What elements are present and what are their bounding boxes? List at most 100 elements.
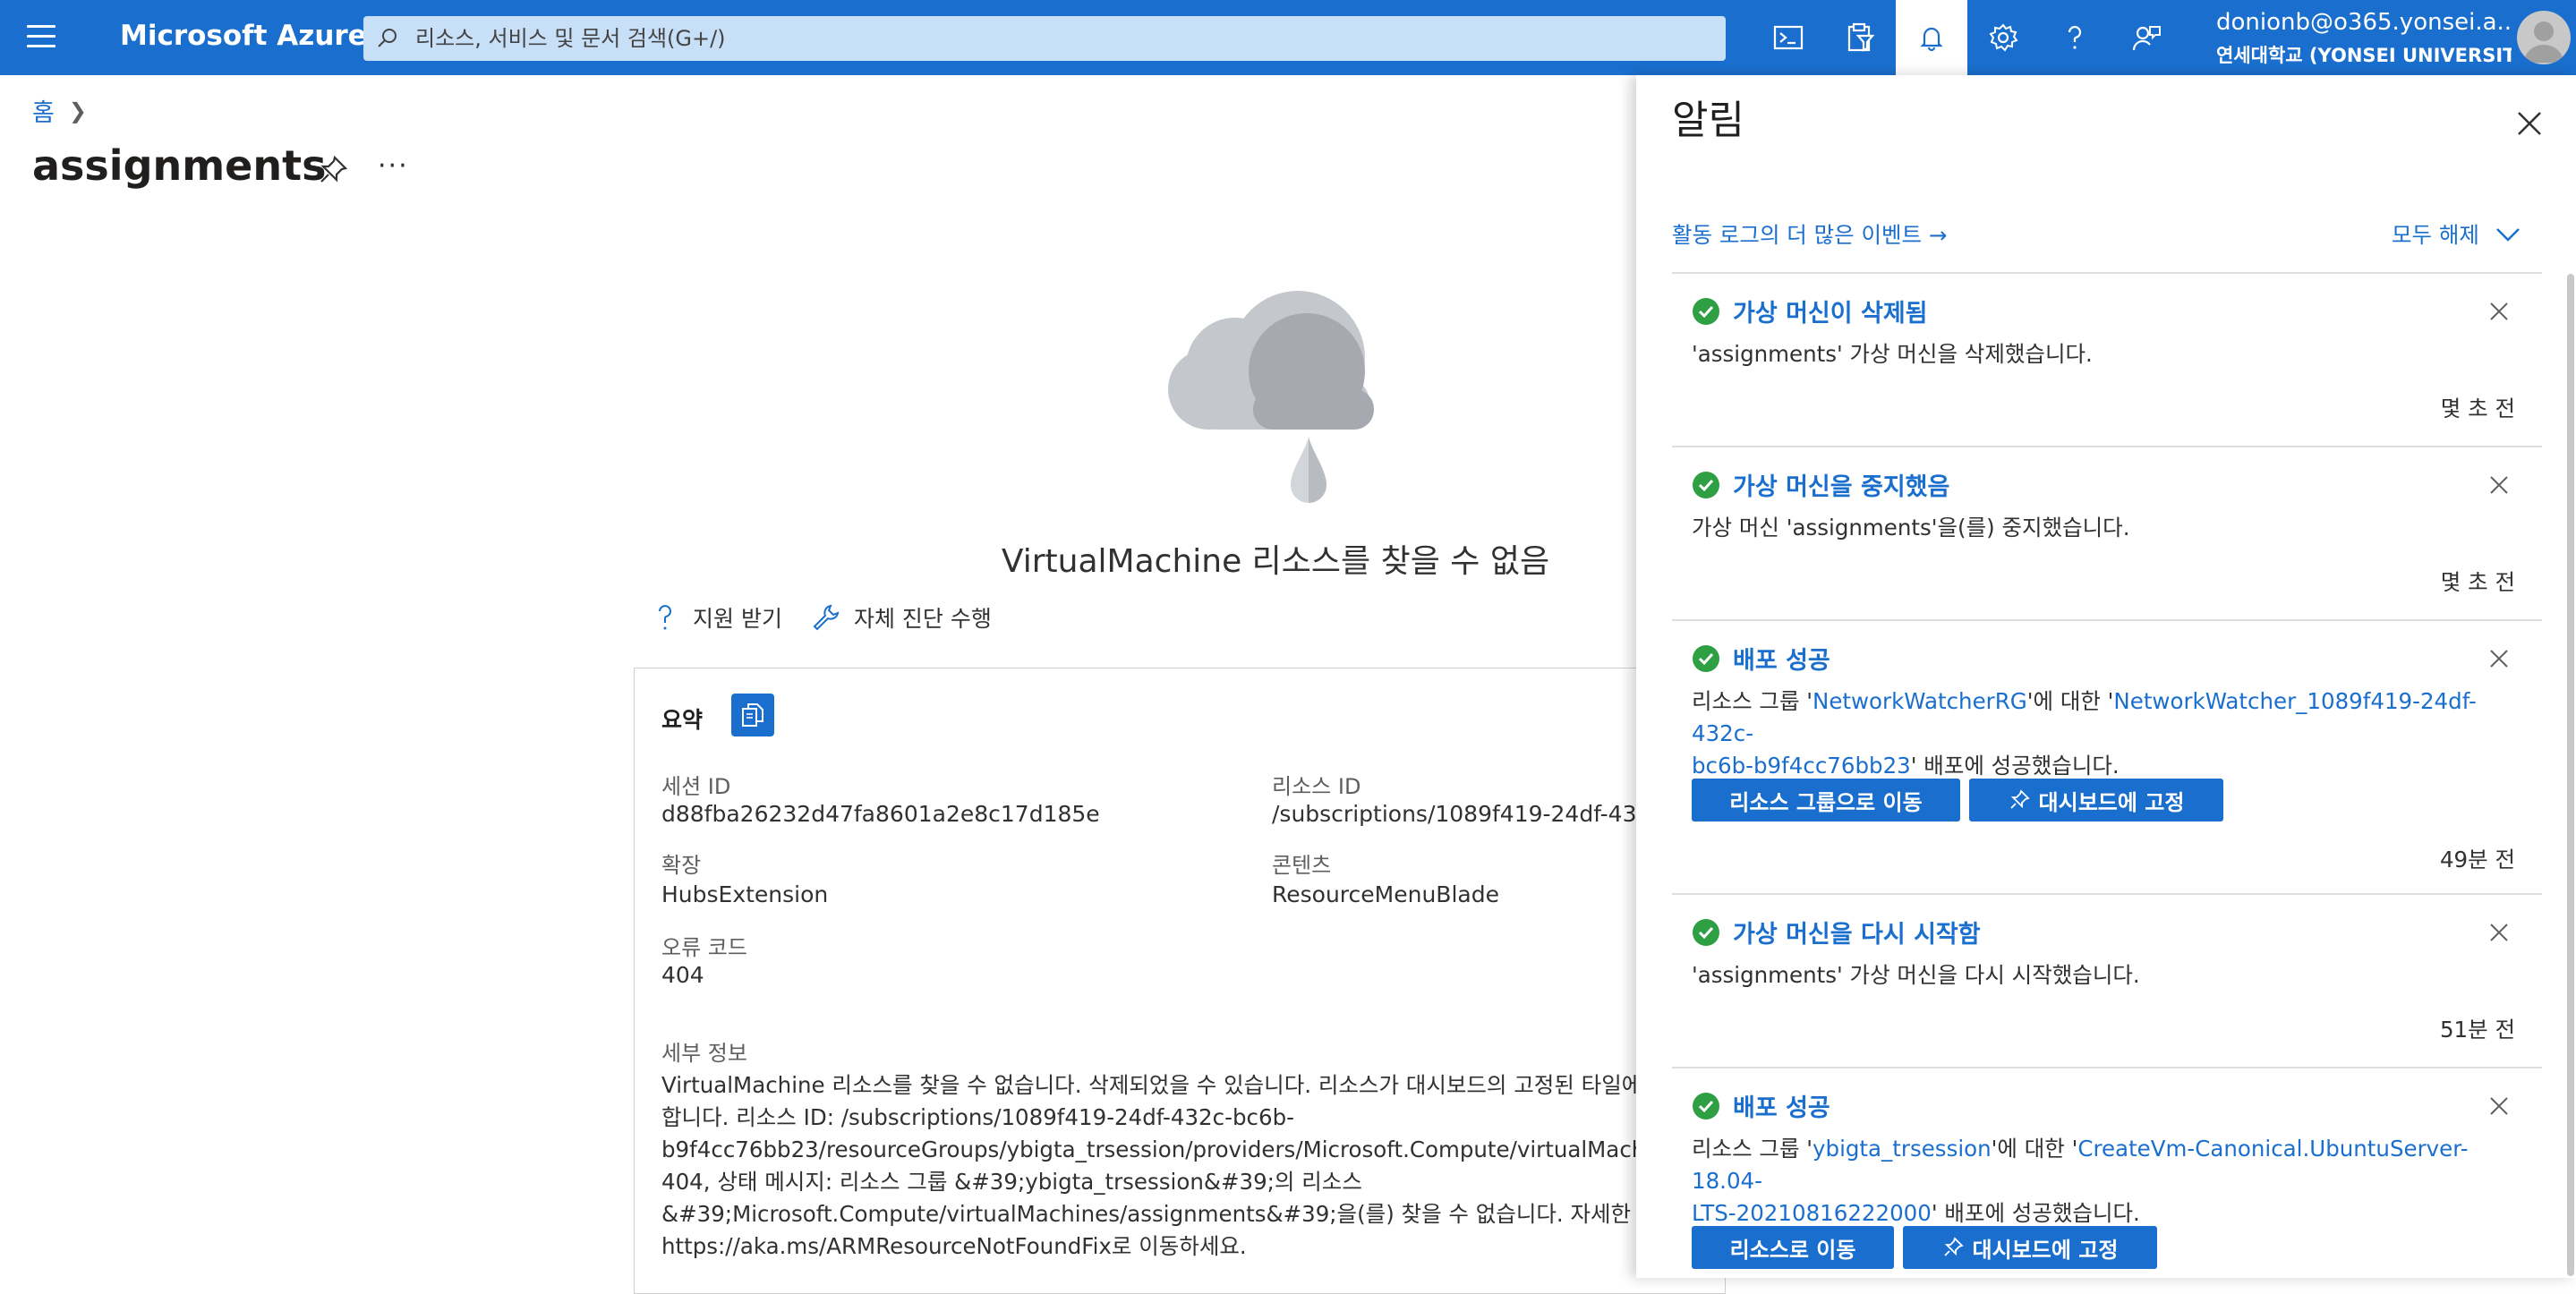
content-value: ResourceMenuBlade (1272, 881, 1499, 907)
cloud-shell-icon[interactable] (1753, 0, 1824, 75)
notifications-title: 알림 (1672, 98, 1744, 143)
details-line: b9f4cc76bb23/resourceGroups/ybigta_trses… (661, 1137, 1698, 1162)
details-line: https://aka.ms/ARMResourceNotFoundFix로 이… (661, 1233, 1247, 1259)
dismiss-notification-icon[interactable] (2486, 646, 2512, 671)
error-code-label: 오류 코드 (661, 935, 747, 960)
brand-title[interactable]: Microsoft Azure (120, 20, 367, 52)
get-support-link[interactable]: 지원 받기 (650, 601, 782, 634)
activity-log-link[interactable]: 활동 로그의 더 많은 이벤트 → (1672, 218, 1947, 250)
notification-time: 몇 초 전 (2440, 569, 2515, 595)
success-check-icon (1693, 1093, 1719, 1119)
notification-body: 가상 머신 'assignments'을(를) 중지했습니다. (1692, 515, 2130, 541)
menu-icon[interactable] (27, 25, 55, 50)
pin-icon (1943, 1237, 1964, 1256)
notification-item: 배포 성공 리소스 그룹 'NetworkWatcherRG'에 대한 'Net… (1672, 619, 2542, 893)
notification-title[interactable]: 가상 머신을 중지했음 (1733, 467, 1949, 502)
pin-icon[interactable] (317, 154, 349, 186)
extension-label: 확장 (661, 853, 702, 878)
summary-heading: 요약 (661, 707, 704, 733)
dismiss-notification-icon[interactable] (2486, 920, 2512, 945)
notification-actions: 리소스로 이동 대시보드에 고정 (1692, 1226, 2166, 1269)
go-to-resource-button[interactable]: 리소스로 이동 (1692, 1226, 1894, 1269)
pin-to-dashboard-label: 대시보드에 고정 (2038, 789, 2185, 815)
help-links: 지원 받기 자체 진단 수행 (650, 601, 1020, 634)
resource-id-label: 리소스 ID (1272, 774, 1361, 799)
pin-to-dashboard-label: 대시보드에 고정 (1972, 1237, 2119, 1263)
notification-body: 'assignments' 가상 머신을 다시 시작했습니다. (1692, 962, 2140, 988)
notification-title[interactable]: 가상 머신이 삭제됨 (1733, 294, 1928, 328)
body-text: '에 대한 ' (2026, 688, 2114, 714)
notification-body: 리소스 그룹 'NetworkWatcherRG'에 대한 'NetworkWa… (1692, 685, 2497, 782)
deployment-link[interactable]: LTS-20210816222000 (1692, 1200, 1932, 1226)
notifications-panel: 알림 활동 로그의 더 많은 이벤트 → 모두 해제 가상 머신이 삭제됨 'a… (1636, 75, 2576, 1278)
resource-group-link[interactable]: ybigta_trsession (1813, 1136, 1992, 1162)
resource-id-value: /subscriptions/1089f419-24df-432c (1272, 801, 1664, 827)
search-input[interactable] (415, 23, 1704, 54)
go-to-resource-group-button[interactable]: 리소스 그룹으로 이동 (1692, 779, 1960, 822)
account-info[interactable]: donionb@o365.yonsei.a... 연세대학교 (YONSEI U… (2216, 9, 2512, 68)
success-check-icon (1693, 472, 1719, 498)
session-id-value: d88fba26232d47fa8601a2e8c17d185e (661, 801, 1100, 827)
avatar[interactable] (2517, 11, 2571, 64)
notification-item: 배포 성공 리소스 그룹 'ybigta_trsession'에 대한 'Cre… (1672, 1067, 2542, 1290)
resource-group-link[interactable]: NetworkWatcherRG (1813, 688, 2027, 714)
success-check-icon (1693, 298, 1719, 325)
panel-scrollbar[interactable] (2567, 274, 2574, 1276)
chevron-right-icon: ❯ (68, 98, 87, 123)
feedback-icon[interactable] (2111, 0, 2182, 75)
notification-time: 몇 초 전 (2440, 396, 2515, 421)
breadcrumb-home[interactable]: 홈 (32, 93, 55, 128)
success-check-icon (1693, 645, 1719, 672)
notification-item: 가상 머신을 다시 시작함 'assignments' 가상 머신을 다시 시작… (1672, 893, 2542, 1067)
notification-body: 리소스 그룹 'ybigta_trsession'에 대한 'CreateVm-… (1692, 1133, 2497, 1230)
settings-gear-icon[interactable] (1967, 0, 2039, 75)
cloud-rain-icon (1168, 291, 1374, 503)
pin-icon (2009, 789, 2030, 809)
copy-icon (742, 703, 763, 727)
notification-title[interactable]: 가상 머신을 다시 시작함 (1733, 915, 1981, 949)
dismiss-all-label: 모두 해제 (2392, 222, 2479, 248)
notification-time: 51분 전 (2439, 1017, 2515, 1043)
details-line: &#39;Microsoft.Compute/virtualMachines/a… (661, 1201, 1699, 1227)
help-question-icon[interactable] (2039, 0, 2111, 75)
notification-title[interactable]: 배포 성공 (1733, 1088, 1830, 1123)
pin-to-dashboard-button[interactable]: 대시보드에 고정 (1903, 1226, 2157, 1269)
details-line: VirtualMachine 리소스를 찾을 수 없습니다. 삭제되었을 수 있… (661, 1072, 1662, 1098)
search-box[interactable] (363, 16, 1726, 61)
body-text: 리소스 그룹 ' (1692, 1136, 1813, 1162)
question-icon (659, 605, 671, 630)
dismiss-notification-icon[interactable] (2486, 1094, 2512, 1119)
extension-value: HubsExtension (661, 881, 829, 907)
notification-item: 가상 머신이 삭제됨 'assignments' 가상 머신을 삭제했습니다. … (1672, 272, 2542, 446)
dismiss-notification-icon[interactable] (2486, 299, 2512, 324)
dismiss-notification-icon[interactable] (2486, 472, 2512, 498)
more-options-button[interactable]: ··· (378, 150, 409, 182)
close-icon[interactable] (2512, 106, 2547, 141)
details-label: 세부 정보 (661, 1041, 747, 1066)
notification-time: 49분 전 (2439, 847, 2515, 873)
deployment-link[interactable]: bc6b-b9f4cc76bb23 (1692, 753, 1911, 779)
body-text: ' 배포에 성공했습니다. (1931, 1200, 2140, 1226)
content-label: 콘텐츠 (1272, 853, 1332, 878)
notification-list: 가상 머신이 삭제됨 'assignments' 가상 머신을 삭제했습니다. … (1672, 272, 2542, 1290)
body-text: '에 대한 ' (1991, 1136, 2078, 1162)
error-code-value: 404 (661, 962, 704, 988)
chevron-down-icon (2496, 227, 2520, 242)
details-line: 합니다. 리소스 ID: /subscriptions/1089f419-24d… (661, 1104, 1294, 1130)
account-email: donionb@o365.yonsei.a... (2216, 9, 2512, 36)
get-support-label: 지원 받기 (693, 606, 782, 632)
dismiss-all-button[interactable]: 모두 해제 (2392, 218, 2521, 250)
details-text: VirtualMachine 리소스를 찾을 수 없습니다. 삭제되었을 수 있… (661, 1069, 1718, 1263)
notifications-bell-icon[interactable] (1896, 0, 1967, 75)
pin-to-dashboard-button[interactable]: 대시보드에 고정 (1969, 779, 2223, 822)
directory-filter-icon[interactable] (1824, 0, 1896, 75)
notification-actions: 리소스 그룹으로 이동 대시보드에 고정 (1692, 779, 2232, 822)
notification-title[interactable]: 배포 성공 (1733, 641, 1830, 676)
user-avatar-icon (2524, 21, 2563, 63)
self-diagnose-link[interactable]: 자체 진단 수행 (811, 601, 992, 634)
self-diagnose-label: 자체 진단 수행 (853, 606, 992, 632)
success-check-icon (1693, 919, 1719, 946)
body-text: 리소스 그룹 ' (1692, 688, 1813, 714)
copy-button[interactable] (731, 694, 774, 736)
details-line: 404, 상태 메시지: 리소스 그룹 &#39;ybigta_trsessio… (661, 1169, 1362, 1195)
